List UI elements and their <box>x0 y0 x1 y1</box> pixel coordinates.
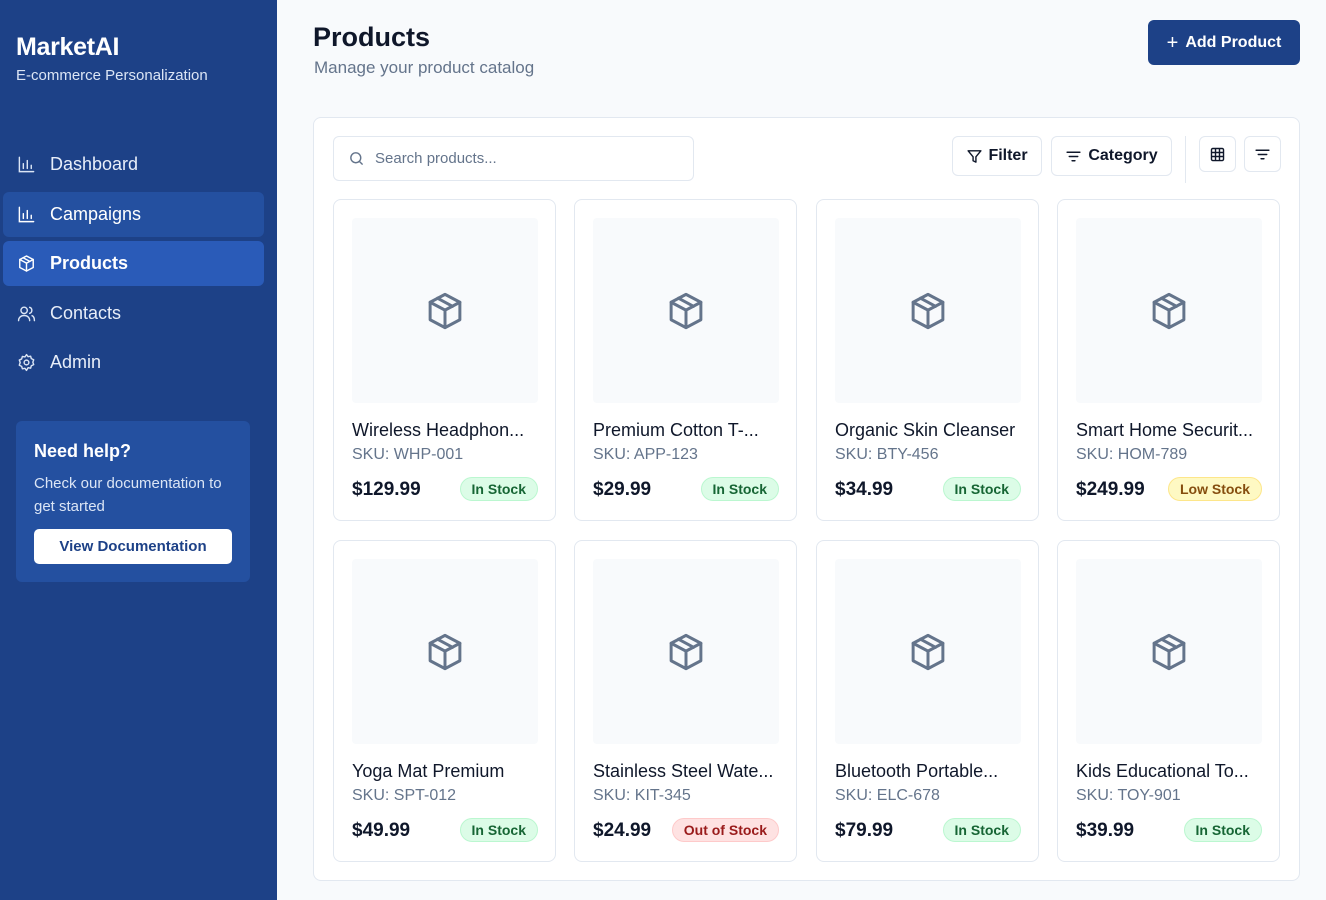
package-icon <box>911 292 945 329</box>
product-price: $34.99 <box>835 479 894 500</box>
product-sku: SKU: ELC-678 <box>835 787 940 804</box>
users-icon <box>16 303 36 323</box>
help-text: Check our documentation to get started <box>34 475 222 515</box>
products-panel: Filter Category Wireless Headphon... SKU… <box>313 117 1300 881</box>
product-card[interactable]: Organic Skin Cleanser SKU: BTY-456 $34.9… <box>816 199 1039 521</box>
product-price: $129.99 <box>352 479 421 500</box>
toolbar-divider <box>1185 136 1186 183</box>
product-sku: SKU: WHP-001 <box>352 446 464 463</box>
product-image <box>835 559 1021 744</box>
product-sku: SKU: TOY-901 <box>1076 787 1181 804</box>
product-card[interactable]: Yoga Mat Premium SKU: SPT-012 $49.99 In … <box>333 540 556 862</box>
product-card[interactable]: Smart Home Securit... SKU: HOM-789 $249.… <box>1057 199 1280 521</box>
bar-chart-icon <box>16 155 36 175</box>
sidebar: MarketAI E-commerce Personalization Dash… <box>0 0 277 900</box>
product-sku: SKU: SPT-012 <box>352 787 457 804</box>
status-badge: In Stock <box>942 818 1021 842</box>
product-name: Stainless Steel Wate... <box>593 761 774 781</box>
sidebar-item-campaigns[interactable]: Campaigns <box>3 191 264 237</box>
product-price: $79.99 <box>835 820 894 841</box>
filter-label: Filter <box>988 147 1028 164</box>
filter-button[interactable]: Filter <box>952 136 1042 176</box>
brand-title: MarketAI <box>16 33 120 61</box>
product-card[interactable]: Premium Cotton T-... SKU: APP-123 $29.99… <box>574 199 797 521</box>
sidebar-nav: Dashboard Campaigns Products Contacts Ad… <box>3 142 264 390</box>
add-product-label: Add Product <box>1185 33 1282 51</box>
list-filter-icon <box>1255 149 1270 159</box>
product-image <box>352 218 538 403</box>
page-title: Products <box>313 22 431 52</box>
brand-subtitle: E-commerce Personalization <box>16 67 208 84</box>
product-image <box>352 559 538 744</box>
sidebar-item-products[interactable]: Products <box>3 241 264 286</box>
product-name: Smart Home Securit... <box>1076 420 1254 440</box>
product-price: $24.99 <box>593 820 652 841</box>
plus-icon: + <box>1166 31 1179 54</box>
status-badge: In Stock <box>459 477 538 501</box>
package-icon <box>1152 292 1186 329</box>
status-badge: In Stock <box>942 477 1021 501</box>
status-badge: In Stock <box>459 818 538 842</box>
product-card[interactable]: Wireless Headphon... SKU: WHP-001 $129.9… <box>333 199 556 521</box>
filter-icon <box>967 149 983 163</box>
search-input[interactable] <box>375 150 675 167</box>
status-badge: Low Stock <box>1167 477 1262 501</box>
product-sku: SKU: APP-123 <box>593 446 698 463</box>
package-icon <box>428 633 462 670</box>
help-title: Need help? <box>34 441 132 461</box>
product-price: $49.99 <box>352 820 411 841</box>
sidebar-item-dashboard[interactable]: Dashboard <box>3 142 264 187</box>
product-card[interactable]: Kids Educational To... SKU: TOY-901 $39.… <box>1057 540 1280 862</box>
status-badge: Out of Stock <box>671 818 779 842</box>
product-name: Yoga Mat Premium <box>352 761 505 781</box>
product-sku: SKU: KIT-345 <box>593 787 691 804</box>
product-price: $29.99 <box>593 479 652 500</box>
product-card[interactable]: Stainless Steel Wate... SKU: KIT-345 $24… <box>574 540 797 862</box>
add-product-button[interactable]: + Add Product <box>1148 20 1300 65</box>
grid-view-button[interactable] <box>1199 136 1236 172</box>
help-card: Need help? Check our documentation to ge… <box>16 421 250 582</box>
grid-icon <box>1210 147 1225 161</box>
bar-chart-icon <box>16 204 36 224</box>
product-image <box>593 218 779 403</box>
package-icon <box>669 292 703 329</box>
list-view-button[interactable] <box>1244 136 1281 172</box>
search-icon <box>350 152 363 165</box>
product-price: $39.99 <box>1076 820 1135 841</box>
product-price: $249.99 <box>1076 479 1145 500</box>
category-label: Category <box>1088 147 1158 164</box>
product-name: Premium Cotton T-... <box>593 420 759 440</box>
status-badge: In Stock <box>1183 818 1262 842</box>
product-sku: SKU: BTY-456 <box>835 446 939 463</box>
sidebar-item-label: Contacts <box>50 302 122 323</box>
package-icon <box>16 254 36 274</box>
product-name: Bluetooth Portable... <box>835 761 999 781</box>
list-filter-icon <box>1066 151 1081 161</box>
package-icon <box>669 633 703 670</box>
page-subtitle: Manage your product catalog <box>314 58 535 77</box>
product-sku: SKU: HOM-789 <box>1076 446 1188 463</box>
package-icon <box>911 633 945 670</box>
product-image <box>1076 559 1262 744</box>
product-name: Wireless Headphon... <box>352 420 525 440</box>
package-icon <box>1152 633 1186 670</box>
product-card[interactable]: Bluetooth Portable... SKU: ELC-678 $79.9… <box>816 540 1039 862</box>
sidebar-item-label: Products <box>50 253 129 273</box>
sidebar-item-contacts[interactable]: Contacts <box>3 291 264 336</box>
package-icon <box>428 292 462 329</box>
status-badge: In Stock <box>700 477 779 501</box>
sidebar-item-label: Dashboard <box>50 154 139 174</box>
sidebar-item-label: Campaigns <box>50 203 142 224</box>
sidebar-item-label: Admin <box>50 352 102 372</box>
product-image <box>593 559 779 744</box>
product-image <box>835 218 1021 403</box>
product-name: Kids Educational To... <box>1076 761 1249 781</box>
search-box[interactable] <box>333 136 694 181</box>
category-button[interactable]: Category <box>1051 136 1172 176</box>
product-image <box>1076 218 1262 403</box>
product-name: Organic Skin Cleanser <box>835 420 1016 440</box>
view-documentation-button[interactable]: View Documentation <box>34 529 232 564</box>
sidebar-item-admin[interactable]: Admin <box>3 340 264 385</box>
gear-icon <box>16 353 36 373</box>
